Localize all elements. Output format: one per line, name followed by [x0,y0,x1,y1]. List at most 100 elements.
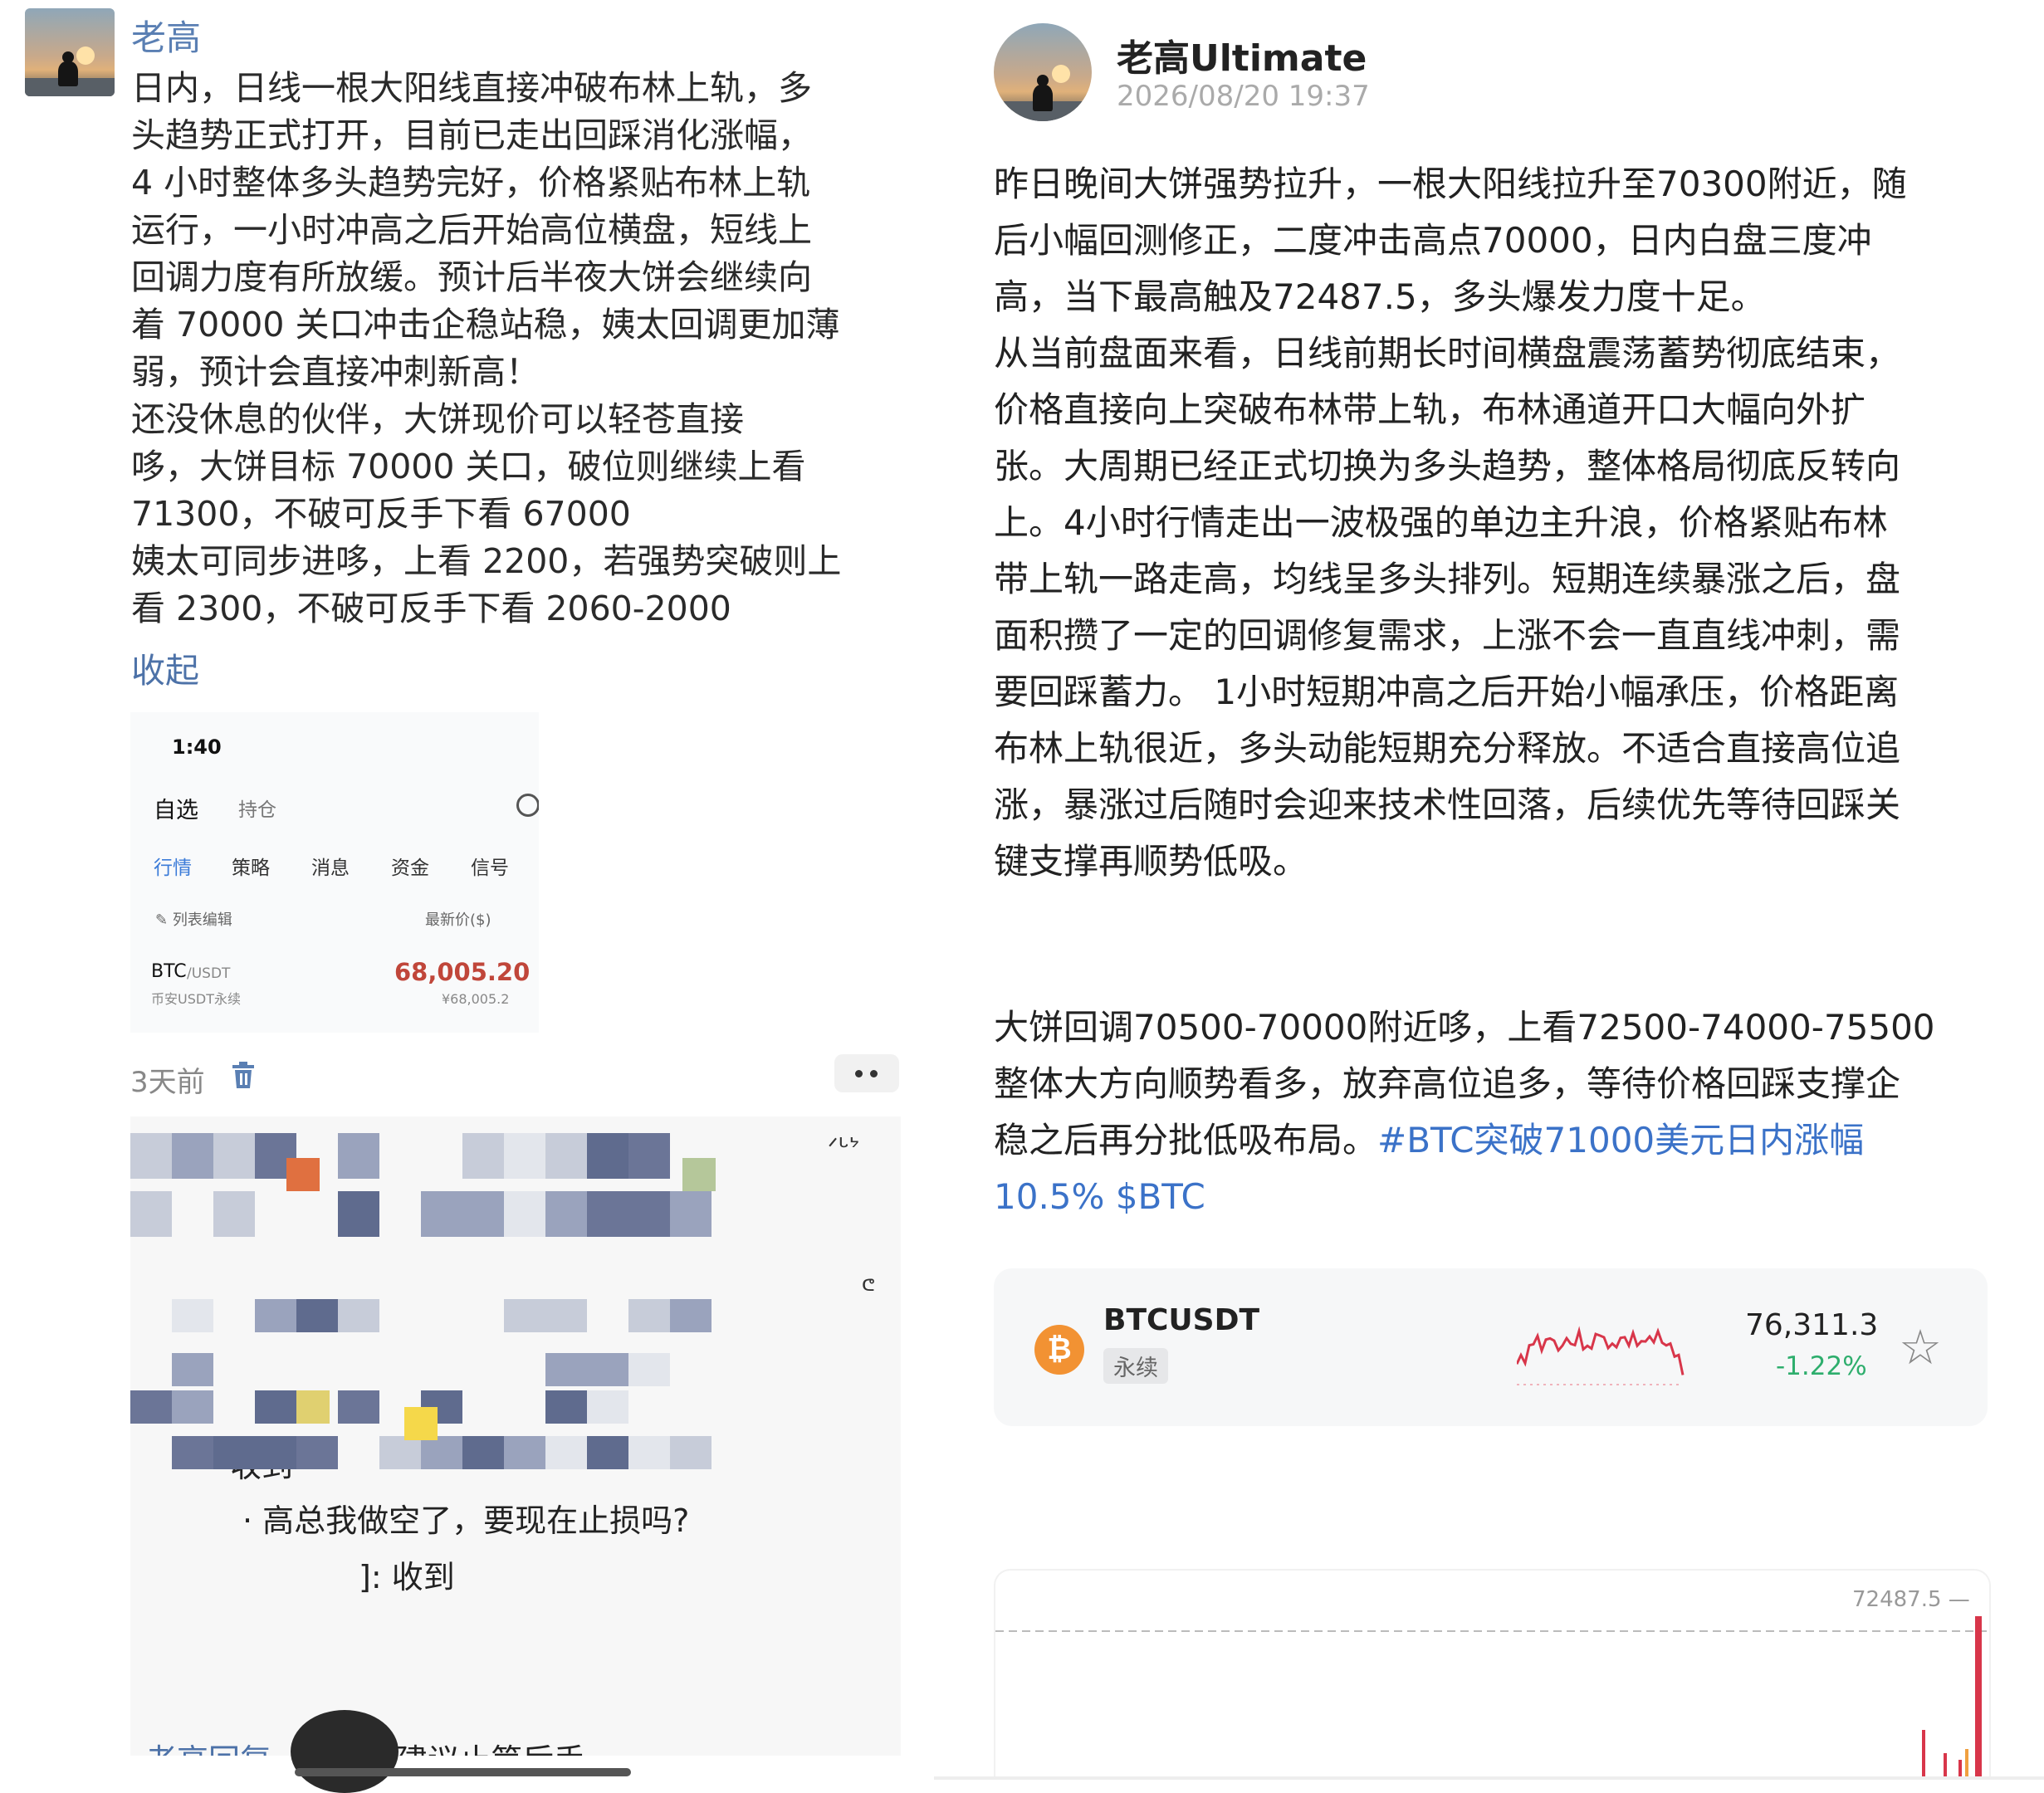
phone-search-icon [516,794,539,817]
collapse-link[interactable]: 收起 [131,642,199,692]
post-line: 涨，暴涨过后随时会迎来技术性回落，后续优先等待回踩关 [994,784,1901,825]
phone-edit-list: ✎ 列表编辑 [155,908,232,930]
chart-candle [1958,1760,1962,1778]
post-line: 大饼回调70500-70000附近哆，上看72500-74000-75500 [994,1007,1935,1048]
post-line: 面积攒了一定的回调修复需求，上涨不会一直直线冲刺，需 [994,615,1901,656]
left-author-avatar[interactable] [25,8,115,96]
post-line: 稳之后再分批低吸布局。#BTC突破71000美元日内涨幅 [994,1120,1865,1160]
post-line: 布林上轨很近，多头动能短期充分释放。不适合直接高位追 [994,728,1901,769]
chart-candle [1922,1730,1925,1778]
redaction-block [670,1436,711,1469]
redaction-block [172,1353,213,1386]
scrollbar[interactable] [295,1768,631,1776]
price-chart-preview: 72487.5 — [994,1569,1991,1778]
redaction-block [286,1158,320,1191]
phone-edit-list-label: 列表编辑 [172,911,232,929]
redaction-block [545,1353,587,1386]
redaction-block [130,1390,172,1424]
redaction-block [504,1299,545,1332]
chat-line-text: 高总我做空了，要现在止损吗? [262,1502,690,1539]
redaction-block [587,1191,628,1237]
hashtag-link-2[interactable]: 10.5% $BTC [994,1169,1994,1225]
redaction-block [462,1191,504,1237]
post-line: 日内，日线一根大阳线直接冲破布林上轨，多 [131,68,812,108]
redaction-block [338,1191,379,1237]
post-line: 姨太可同步进哆，上看 2200，若强势突破则上 [131,541,842,581]
ticker-card[interactable]: ₿ BTCUSDT 永续 76,311.3 -1.22% ☆ [994,1268,1988,1426]
more-dot [870,1070,878,1077]
phone-nav-market: 行情 [154,857,192,879]
post-date: 2026/08/20 19:37 [1117,80,1370,113]
post-line: 键支撑再顺势低吸。 [994,841,1308,882]
redaction-block [172,1390,213,1424]
redaction-block [545,1191,587,1237]
redaction-block [587,1436,628,1469]
sparkline-line [1517,1326,1685,1375]
redaction-block [545,1436,587,1469]
redaction-block [255,1390,296,1424]
redaction-block [213,1436,255,1469]
time-ago: 3天前 [130,1066,205,1099]
ticker-sparkline [1517,1326,1685,1385]
phone-tab-watchlist: 自选 [154,798,198,823]
edit-icon: ✎ [155,911,173,929]
chart-candle [1965,1749,1968,1778]
more-dot [855,1070,863,1077]
redaction-block [670,1191,711,1237]
redaction-block [255,1436,296,1469]
phone-price: 68,005.20 [394,958,531,986]
chat-dot: · [242,1502,263,1539]
redaction-block [628,1191,670,1237]
redaction-block [628,1436,670,1469]
post-line: 头趋势正式打开，目前已走出回踩消化涨幅， [131,115,812,155]
post-line: 从当前盘面来看，日线前期长时间横盘震荡蓄势彻底结束， [994,333,1901,374]
avatar-sun [1052,65,1070,83]
left-post-text: 日内，日线一根大阳线直接冲破布林上轨，多 头趋势正式打开，目前已走出回踩消化涨幅，… [131,65,878,633]
redaction-block [587,1133,628,1179]
phone-nav-strategy: 策略 [232,857,270,879]
phone-latest-price-col: 最新价($) [425,911,491,929]
favorite-star-icon[interactable]: ☆ [1899,1323,1942,1371]
chart-canvas [995,1616,1989,1778]
trash-icon[interactable] [231,1061,256,1089]
redaction-block [172,1299,213,1332]
right-author-name[interactable]: 老高Ultimate [1117,28,1367,81]
phone-market: 币安USDT永续 [151,991,241,1007]
right-author-avatar[interactable] [994,23,1092,121]
ticker-change: -1.22% [1776,1351,1867,1381]
post-line: 整体大方向顺势看多，放弃高位追多，等待价格回踩支撑企 [994,1063,1901,1104]
right-post-text: 昨日晚间大饼强势拉升，一根大阳线拉升至70300附近，随 后小幅回测修正，二度冲击… [994,156,1994,890]
post-line: 71300，不破可反手下看 67000 [131,494,631,534]
redaction-block [172,1436,213,1469]
phone-nav-funds: 资金 [391,857,429,879]
chat-line: · 高总我做空了，要现在止损吗? [242,1495,689,1541]
post-line: 还没休息的伙伴，大饼现价可以轻苍直接 [131,399,744,439]
post-line: 4 小时整体多头趋势完好，价格紧贴布林上轨 [131,163,811,203]
phone-tab-positions: 持仓 [238,799,276,821]
redaction-block [545,1390,587,1424]
left-author-name[interactable]: 老高 [131,10,201,61]
post-line: 运行，一小时冲高之后开始高位横盘，短线上 [131,210,812,250]
redaction-block [296,1390,330,1424]
ticker-symbol: BTCUSDT [1103,1303,1260,1337]
post-line: 高，当下最高触及72487.5，多头爆发力度十足。 [994,276,1766,317]
hashtag-link[interactable]: #BTC突破71000美元日内涨幅 [1377,1120,1864,1160]
post-line: 回调力度有所放缓。预计后半夜大饼会继续向 [131,257,812,297]
post-line: 哆，大饼目标 70000 关口，破位则继续上看 [131,447,806,486]
redaction-block [504,1436,545,1469]
more-options-button[interactable] [834,1054,899,1092]
redaction-block [213,1191,255,1237]
chat-line: ]: 收到 [359,1559,455,1595]
redaction-block [504,1191,545,1237]
phone-time: 1:40 [172,735,222,759]
redaction-block [545,1299,587,1332]
redaction-block [587,1353,628,1386]
redaction-block [421,1436,462,1469]
redaction-block [628,1353,670,1386]
ticker-price: 76,311.3 [1745,1308,1879,1342]
phone-symbol-quote: /USDT [187,965,231,982]
redaction-block [296,1299,338,1332]
post-line: 张。大周期已经正式切换为多头趋势，整体格局彻底反转向 [994,446,1901,486]
post-line: 看 2300，不破可反手下看 2060-2000 [131,589,731,628]
redaction-block [670,1299,711,1332]
